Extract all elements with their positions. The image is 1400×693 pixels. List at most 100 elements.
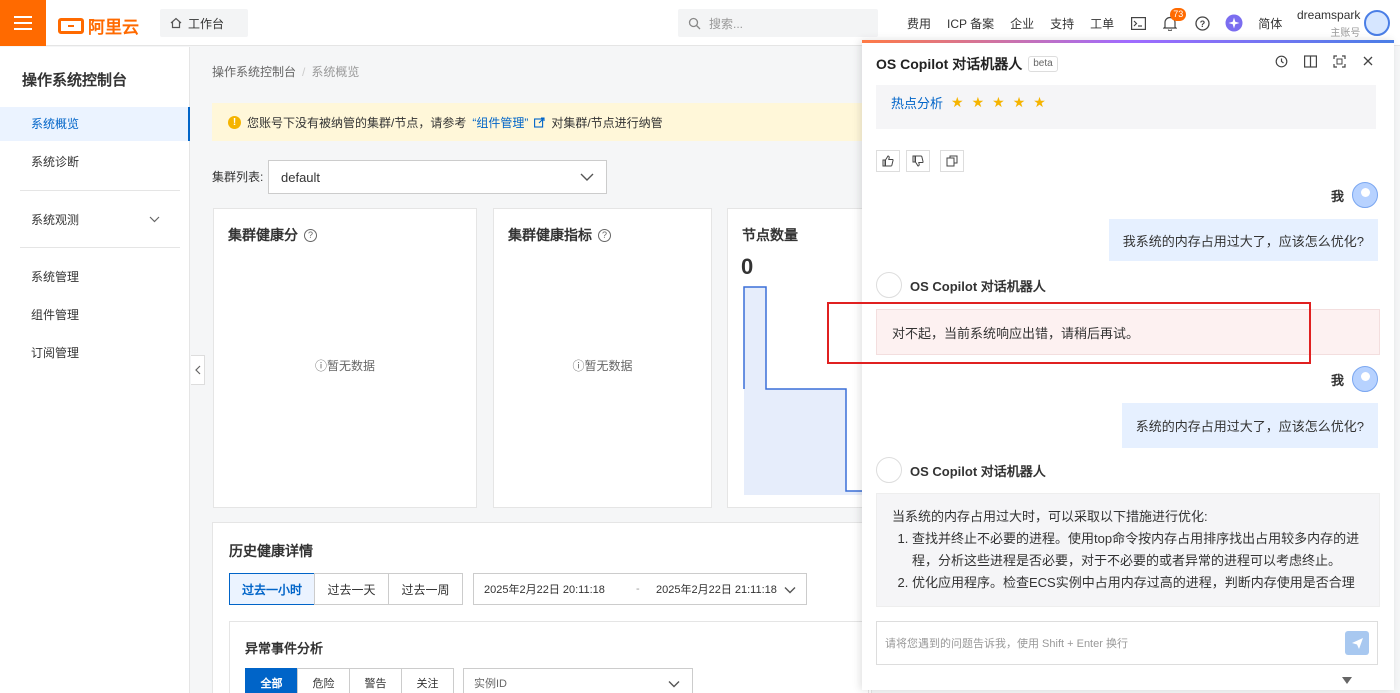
chevron-left-icon bbox=[194, 365, 200, 375]
notice-banner: ! 您账号下没有被纳管的集群/节点，请参考 “组件管理” 对集群/节点进行纳管 bbox=[212, 103, 872, 141]
abnormal-title: 异常事件分析 bbox=[245, 641, 324, 656]
aliyun-logo[interactable]: 阿里云 bbox=[58, 13, 139, 38]
nav-icp[interactable]: ICP 备案 bbox=[939, 15, 1002, 32]
bell-icon[interactable]: 73 bbox=[1154, 7, 1187, 31]
sidebar-item-observe[interactable]: 系统观测 bbox=[0, 203, 190, 237]
nav-support[interactable]: 支持 bbox=[1042, 15, 1082, 32]
user-header: 我 bbox=[1331, 182, 1378, 208]
hot-analysis-block: 热点分析 ★ ★ ★ ★ ★ bbox=[876, 85, 1376, 129]
search-placeholder: 搜索... bbox=[709, 16, 744, 31]
cluster-select[interactable]: default bbox=[268, 160, 607, 194]
nav-fees[interactable]: 费用 bbox=[899, 15, 939, 32]
star-icon: ★ bbox=[951, 94, 964, 110]
star-icon: ★ bbox=[1012, 94, 1026, 110]
tab-warning[interactable]: 警告 bbox=[349, 668, 402, 693]
date-separator: - bbox=[636, 583, 640, 595]
chat-input[interactable]: 请将您遇到的问题告诉我，使用 Shift + Enter 换行 bbox=[876, 621, 1378, 665]
close-icon[interactable] bbox=[1362, 55, 1374, 67]
question-icon[interactable]: ? bbox=[304, 228, 317, 242]
sidebar-item-overview[interactable]: 系统概览 bbox=[0, 107, 190, 141]
empty-state: ⓘ暂无数据 bbox=[572, 359, 633, 373]
bot-name: OS Copilot 对话机器人 bbox=[910, 463, 1046, 479]
thumbs-up-icon[interactable] bbox=[876, 150, 900, 172]
sidebar-toggle-icon[interactable] bbox=[1304, 55, 1317, 68]
user-name: dreamspark bbox=[1297, 8, 1361, 22]
bot-name: OS Copilot 对话机器人 bbox=[910, 278, 1046, 294]
copilot-panel: OS Copilot 对话机器人 beta 热点分析 ★ ★ ★ ★ ★ 我 我… bbox=[862, 40, 1394, 690]
breadcrumb: 操作系统控制台 / 系统概览 bbox=[212, 65, 360, 79]
breadcrumb-root[interactable]: 操作系统控制台 bbox=[212, 65, 296, 79]
history-title: 历史健康详情 bbox=[229, 543, 313, 559]
nav-ticket[interactable]: 工单 bbox=[1082, 15, 1122, 32]
history-icon[interactable] bbox=[1275, 55, 1288, 68]
tab-danger[interactable]: 危险 bbox=[297, 668, 350, 693]
answer-item: 优化应用程序。检查ECS实例中占用内存过高的进程，判断内存使用是否合理 bbox=[912, 572, 1364, 594]
copilot-star-icon[interactable] bbox=[1218, 14, 1250, 32]
chevron-down-icon bbox=[668, 681, 680, 688]
scroll-down-arrow-icon[interactable] bbox=[1342, 677, 1352, 684]
beta-badge: beta bbox=[1028, 56, 1058, 72]
copilot-title: OS Copilot 对话机器人 bbox=[876, 56, 1023, 72]
me-label: 我 bbox=[1330, 188, 1344, 204]
range-1h-button[interactable]: 过去一小时 bbox=[229, 573, 315, 605]
sidebar: 操作系统控制台 系统概览 系统诊断 系统观测 系统管理 组件管理 订阅管理 bbox=[0, 47, 190, 693]
terminal-icon[interactable] bbox=[1122, 16, 1154, 30]
cluster-health-metrics-card: 集群健康指标? ⓘ暂无数据 bbox=[493, 208, 712, 508]
answer-intro: 当系统的内存占用过大时，可以采取以下措施进行优化: bbox=[892, 509, 1208, 524]
range-1w-button[interactable]: 过去一周 bbox=[388, 573, 463, 605]
chevron-down-icon bbox=[580, 173, 594, 181]
answer-item: 查找并终止不必要的进程。使用top命令按内存占用排序找出占用较多内存的进程，分析… bbox=[912, 528, 1364, 572]
star-icon: ★ bbox=[971, 94, 985, 110]
cluster-health-score-card: 集群健康分? ⓘ暂无数据 bbox=[213, 208, 477, 508]
cluster-list-label: 集群列表: bbox=[212, 170, 264, 184]
date-range-picker[interactable]: 2025年2月22日 20:11:18 - 2025年2月22日 21:11:1… bbox=[473, 573, 807, 605]
thumbs-down-icon[interactable] bbox=[906, 150, 930, 172]
card-title: 集群健康分 bbox=[228, 227, 298, 243]
send-button[interactable] bbox=[1345, 631, 1369, 655]
search-input[interactable]: 搜索... bbox=[678, 9, 878, 37]
feedback-buttons bbox=[876, 150, 964, 172]
copy-icon[interactable] bbox=[940, 150, 964, 172]
question-icon[interactable]: ? bbox=[598, 228, 611, 242]
bot-avatar bbox=[876, 457, 902, 483]
search-icon bbox=[688, 17, 701, 29]
info-icon: ⓘ bbox=[314, 359, 327, 373]
star-icon: ★ bbox=[992, 94, 1005, 110]
card-title: 节点数量 bbox=[742, 227, 798, 243]
user-message: 系统的内存占用过大了，应该怎么优化? bbox=[1121, 403, 1378, 448]
hot-analysis-link[interactable]: 热点分析 bbox=[891, 93, 943, 112]
sidebar-item-system-mgmt[interactable]: 系统管理 bbox=[0, 260, 190, 294]
hamburger-menu-button[interactable] bbox=[0, 0, 46, 46]
sidebar-collapse-button[interactable] bbox=[191, 355, 205, 385]
sidebar-item-component-mgmt[interactable]: 组件管理 bbox=[0, 298, 190, 332]
tab-attention[interactable]: 关注 bbox=[401, 668, 454, 693]
user-header: 我 bbox=[1331, 366, 1378, 392]
user-account[interactable]: dreamspark 主账号 bbox=[1297, 8, 1360, 39]
start-date: 2025年2月22日 20:11:18 bbox=[484, 584, 605, 596]
sidebar-item-diagnosis[interactable]: 系统诊断 bbox=[0, 145, 190, 179]
bot-header: OS Copilot 对话机器人 bbox=[876, 457, 1046, 483]
user-avatar bbox=[1352, 366, 1378, 392]
nav-enterprise[interactable]: 企业 bbox=[1002, 15, 1042, 32]
sidebar-title: 操作系统控制台 bbox=[22, 72, 128, 89]
avatar[interactable] bbox=[1364, 10, 1390, 36]
language-switch[interactable]: 简体 bbox=[1250, 15, 1290, 32]
instance-id-select[interactable]: 实例ID bbox=[463, 668, 693, 693]
external-link-icon[interactable] bbox=[534, 116, 545, 128]
fullscreen-icon[interactable] bbox=[1333, 55, 1346, 68]
tab-all[interactable]: 全部 bbox=[245, 668, 298, 693]
user-sub: 主账号 bbox=[1330, 28, 1361, 39]
history-health-section: 历史健康详情 过去一小时 过去一天 过去一周 2025年2月22日 20:11:… bbox=[212, 522, 872, 693]
card-title: 集群健康指标 bbox=[508, 227, 592, 243]
notice-text-2: 对集群/节点进行纳管 bbox=[551, 115, 663, 130]
component-mgmt-link[interactable]: “组件管理” bbox=[472, 114, 528, 131]
empty-state: ⓘ暂无数据 bbox=[314, 359, 376, 373]
sidebar-item-subscription[interactable]: 订阅管理 bbox=[0, 336, 190, 370]
workbench-button[interactable]: 工作台 bbox=[160, 9, 248, 37]
copilot-header: OS Copilot 对话机器人 beta bbox=[862, 43, 1394, 85]
help-icon[interactable]: ? bbox=[1186, 15, 1218, 31]
logo-text: 阿里云 bbox=[88, 18, 139, 37]
range-1d-button[interactable]: 过去一天 bbox=[314, 573, 389, 605]
svg-text:?: ? bbox=[1199, 19, 1205, 29]
user-message: 我系统的内存占用过大了，应该怎么优化? bbox=[1108, 219, 1378, 261]
